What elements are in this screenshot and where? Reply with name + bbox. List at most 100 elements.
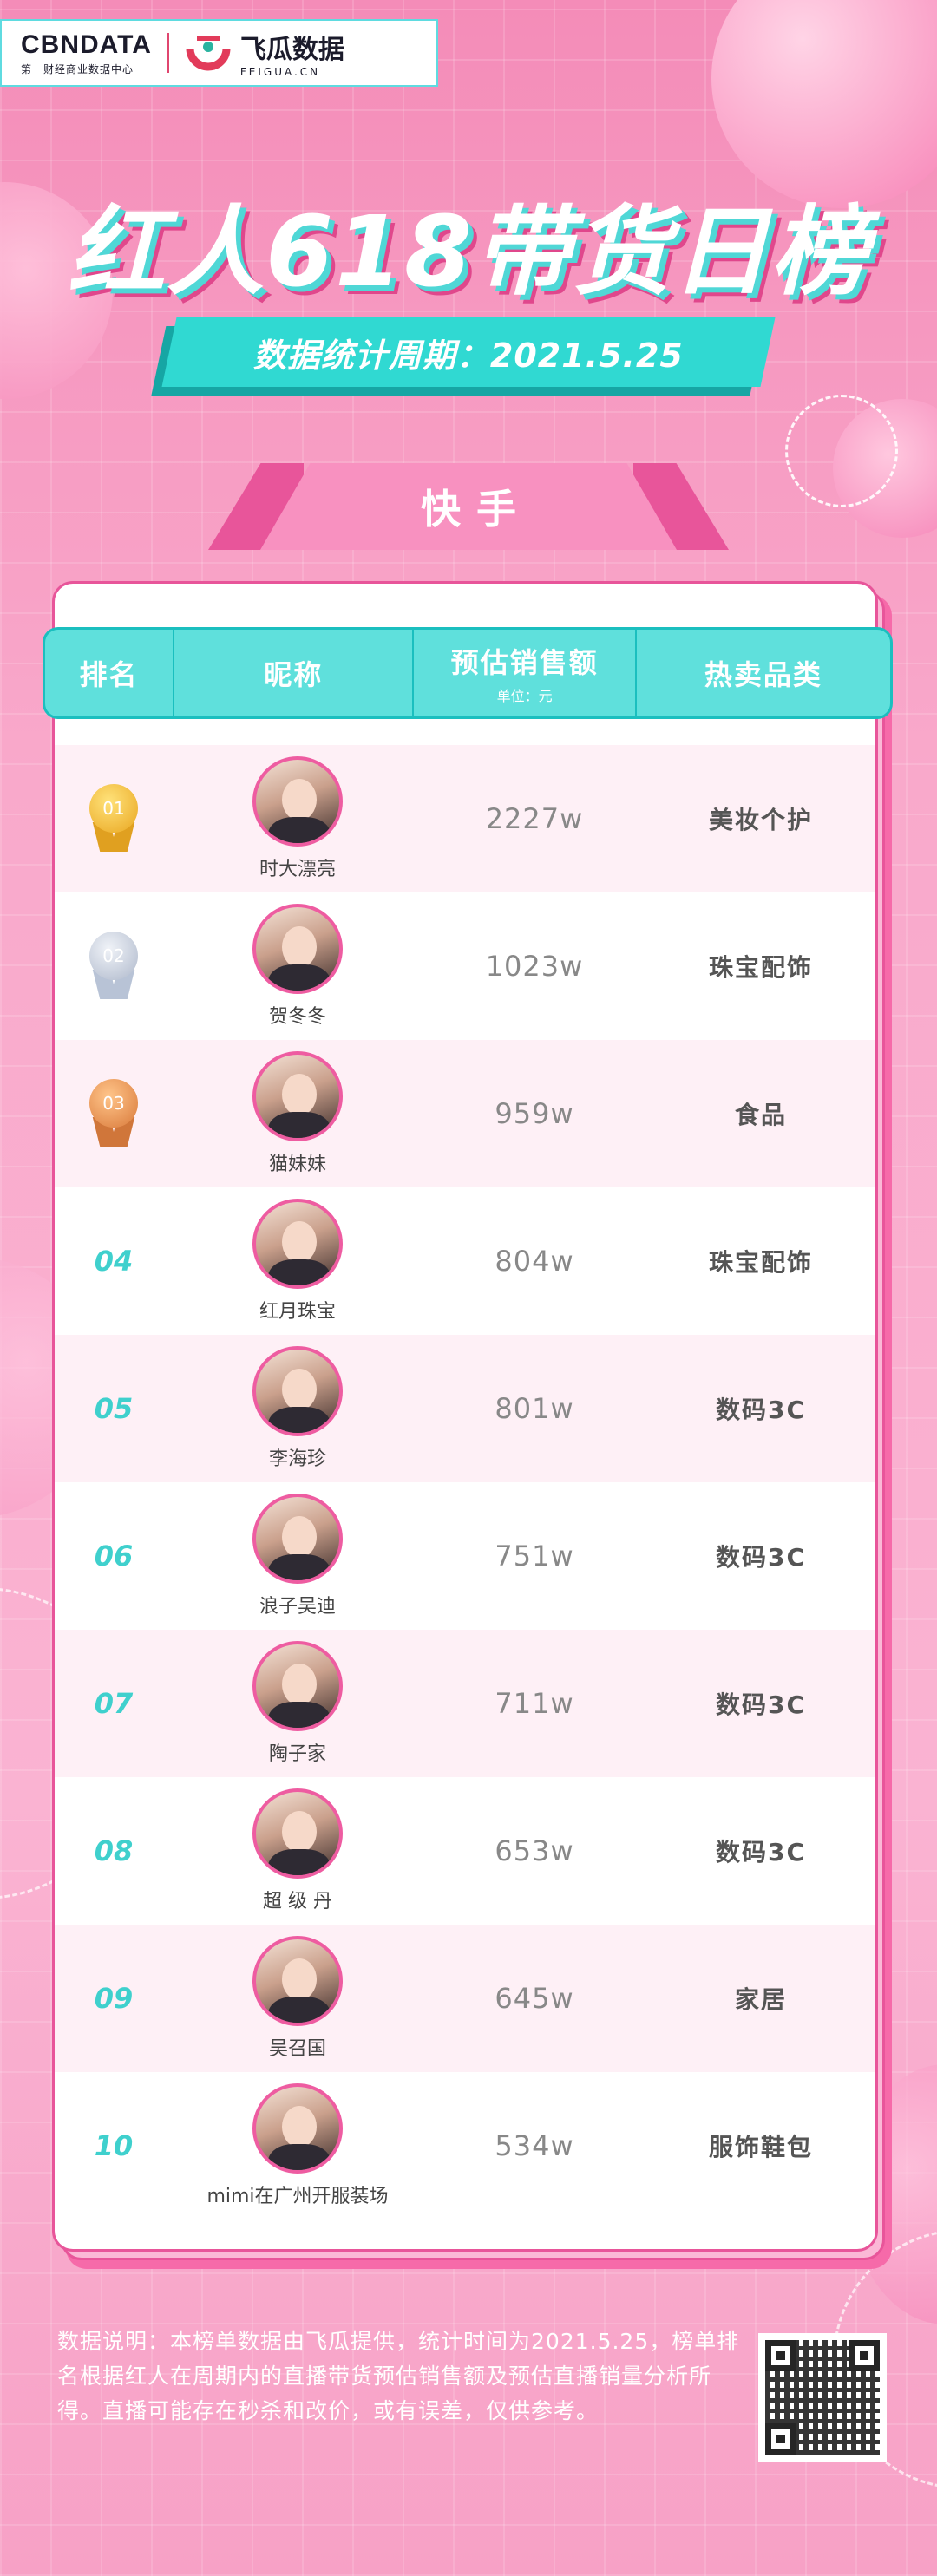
sales-value: 711w — [495, 1687, 574, 1720]
avatar[interactable] — [252, 1494, 343, 1584]
nickname-cell: 超 级 丹 — [173, 1777, 423, 1925]
sales-value: 751w — [495, 1540, 574, 1572]
feigua-logo: 飞瓜数据 FEIGUA.CN — [240, 28, 344, 78]
avatar[interactable] — [252, 1641, 343, 1731]
cbndata-name: CBNDATA — [21, 29, 152, 59]
avatar[interactable] — [252, 1051, 343, 1141]
category-value: 数码3C — [715, 1690, 807, 1719]
header-category: 热卖品类 — [637, 630, 890, 716]
poster: CBNDATA 第一财经商业数据中心 飞瓜数据 FEIGUA.CN 红人618带… — [0, 0, 937, 2576]
sales-value: 804w — [495, 1245, 574, 1278]
category-value: 数码3C — [715, 1838, 807, 1867]
rank-number: 04 — [94, 1245, 134, 1278]
page-title: 红人618带货日榜 — [68, 196, 869, 309]
rank-number: 07 — [94, 1687, 134, 1720]
rank-cell: 01 — [55, 745, 173, 892]
sales-value: 959w — [495, 1097, 574, 1130]
avatar[interactable] — [252, 1346, 343, 1436]
ranking-card: 排名 昵称 预估销售额 单位：元 热卖品类 01 时大漂亮 2227w 美妆个护… — [43, 581, 893, 2252]
logo-bar: CBNDATA 第一财经商业数据中心 飞瓜数据 FEIGUA.CN — [0, 19, 438, 87]
rank-number: 03 — [89, 1079, 138, 1128]
avatar[interactable] — [252, 2083, 343, 2174]
rank-number: 08 — [94, 1834, 134, 1867]
table-row[interactable]: 10 mimi在广州开服装场 534w 服饰鞋包 — [55, 2072, 875, 2220]
nickname: 时大漂亮 — [259, 859, 336, 880]
rank-number: 10 — [94, 2129, 134, 2162]
nickname-cell: 李海珍 — [173, 1335, 423, 1482]
sales-value: 2227w — [485, 802, 584, 835]
table-row[interactable]: 05 李海珍 801w 数码3C — [55, 1335, 875, 1482]
category-value: 食品 — [734, 1101, 787, 1129]
category-value: 数码3C — [715, 1396, 807, 1424]
avatar[interactable] — [252, 756, 343, 847]
period-text: 数据统计周期：2021.5.25 — [253, 336, 684, 375]
avatar[interactable] — [252, 904, 343, 994]
table-row[interactable]: 02 贺冬冬 1023w 珠宝配饰 — [55, 892, 875, 1040]
table-row[interactable]: 01 时大漂亮 2227w 美妆个护 — [55, 745, 875, 892]
table-row[interactable]: 06 浪子吴迪 751w 数码3C — [55, 1482, 875, 1630]
header-sales-unit: 单位：元 — [496, 688, 553, 704]
table-row[interactable]: 09 吴召国 645w 家居 — [55, 1925, 875, 2072]
avatar[interactable] — [252, 1936, 343, 2026]
cbndata-logo: CBNDATA 第一财经商业数据中心 — [21, 30, 152, 76]
silver-medal-icon: 02 — [86, 932, 141, 1001]
qr-code-icon[interactable] — [758, 2333, 887, 2462]
category-value: 家居 — [734, 1985, 787, 2014]
gold-medal-icon: 01 — [86, 784, 141, 853]
header-sales-label: 预估销售额 — [450, 646, 599, 679]
header-rank: 排名 — [45, 630, 175, 716]
avatar[interactable] — [252, 1199, 343, 1289]
nickname: 浪子吴迪 — [259, 1596, 336, 1618]
category-value: 美妆个护 — [708, 806, 813, 834]
feigua-name: 飞瓜数据 — [239, 35, 344, 65]
feigua-logo-icon — [186, 36, 231, 71]
header-nickname: 昵称 — [174, 630, 415, 716]
nickname: 李海珍 — [268, 1448, 326, 1470]
rank-number: 02 — [89, 932, 138, 980]
sales-value: 1023w — [485, 950, 584, 983]
nickname: 陶子家 — [268, 1743, 326, 1765]
platform-tab-label: 快手 — [421, 486, 532, 533]
feigua-subtitle: FEIGUA.CN — [239, 66, 321, 78]
sales-value: 801w — [495, 1392, 574, 1425]
nickname-cell: 浪子吴迪 — [173, 1482, 423, 1630]
table-row[interactable]: 08 超 级 丹 653w 数码3C — [55, 1777, 875, 1925]
nickname: 吴召国 — [268, 2038, 326, 2060]
nickname: mimi在广州开服装场 — [206, 2186, 389, 2207]
rank-cell: 03 — [55, 1040, 173, 1187]
ranking-list: 01 时大漂亮 2227w 美妆个护 02 贺冬冬 1023w 珠宝配饰 03 … — [55, 745, 875, 2220]
header-category-label: 热卖品类 — [704, 658, 822, 691]
table-row[interactable]: 03 猫妹妹 959w 食品 — [55, 1040, 875, 1187]
avatar[interactable] — [252, 1788, 343, 1879]
nickname-cell: 猫妹妹 — [173, 1040, 423, 1187]
sales-value: 645w — [495, 1982, 574, 2015]
platform-tab[interactable]: 快手 — [208, 463, 729, 550]
bronze-medal-icon: 03 — [86, 1079, 141, 1148]
category-value: 数码3C — [715, 1543, 807, 1572]
period-banner: 数据统计周期：2021.5.25 — [161, 317, 776, 387]
logo-divider — [167, 33, 169, 73]
nickname: 超 级 丹 — [263, 1891, 332, 1912]
nickname-cell: mimi在广州开服装场 — [173, 2072, 423, 2220]
rank-number: 01 — [89, 784, 138, 833]
cbndata-subtitle: 第一财经商业数据中心 — [21, 62, 134, 75]
table-header: 排名 昵称 预估销售额 单位：元 热卖品类 — [43, 627, 893, 719]
nickname: 贺冬冬 — [268, 1006, 326, 1028]
rank-number: 05 — [94, 1392, 134, 1425]
rank-number: 09 — [94, 1982, 134, 2015]
table-row[interactable]: 07 陶子家 711w 数码3C — [55, 1630, 875, 1777]
nickname-cell: 时大漂亮 — [173, 745, 423, 892]
nickname-cell: 吴召国 — [173, 1925, 423, 2072]
table-row[interactable]: 04 红月珠宝 804w 珠宝配饰 — [55, 1187, 875, 1335]
header-nickname-label: 昵称 — [264, 658, 324, 691]
nickname-cell: 陶子家 — [173, 1630, 423, 1777]
rank-cell: 02 — [55, 892, 173, 1040]
category-value: 珠宝配饰 — [708, 953, 813, 982]
nickname: 猫妹妹 — [268, 1154, 326, 1175]
category-value: 服饰鞋包 — [708, 2133, 813, 2161]
data-disclaimer: 数据说明：本榜单数据由飞瓜提供，统计时间为2021.5.25，榜单排名根据红人在… — [57, 2329, 740, 2423]
rank-number: 06 — [94, 1540, 134, 1572]
decor-dashed-ring — [785, 395, 898, 507]
nickname-cell: 贺冬冬 — [173, 892, 423, 1040]
nickname: 红月珠宝 — [259, 1301, 336, 1323]
